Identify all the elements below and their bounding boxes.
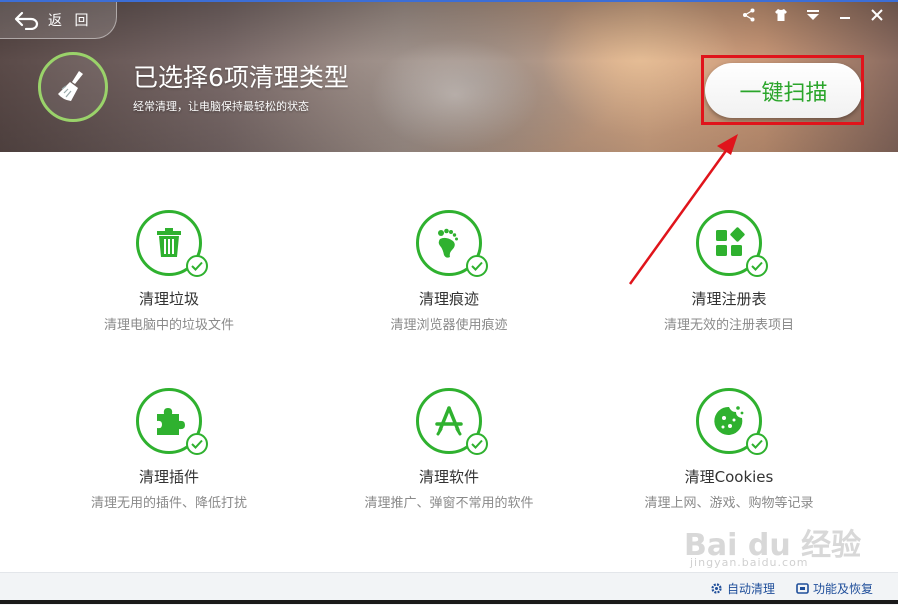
item-clean-registry[interactable]: 清理注册表 清理无效的注册表项目 <box>614 210 844 333</box>
cookie-icon <box>714 406 744 435</box>
item-clean-cookies[interactable]: 清理Cookies 清理上网、游戏、购物等记录 <box>614 388 844 511</box>
back-arrow-icon <box>14 11 39 30</box>
puzzle-icon <box>157 408 185 435</box>
check-icon[interactable] <box>186 433 208 455</box>
item-clean-junk[interactable]: 清理垃圾 清理电脑中的垃圾文件 <box>54 210 284 333</box>
check-icon[interactable] <box>466 433 488 455</box>
check-icon[interactable] <box>746 433 768 455</box>
appstore-icon <box>435 406 463 436</box>
gear-icon <box>711 583 722 594</box>
back-label: 返 回 <box>48 13 93 29</box>
one-click-scan-button[interactable]: 一键扫描 <box>705 63 862 118</box>
item-title: 清理痕迹 <box>418 290 479 308</box>
check-icon[interactable] <box>746 255 768 277</box>
auto-clean-link[interactable]: 自动清理 <box>710 580 775 597</box>
top-border <box>0 0 898 2</box>
item-desc: 清理无用的插件、降低打扰 <box>90 496 247 511</box>
broom-icon <box>58 71 83 101</box>
item-icon-circle <box>136 388 208 455</box>
item-clean-software[interactable]: 清理软件 清理推广、弹窗不常用的软件 <box>334 388 564 511</box>
check-icon[interactable] <box>186 255 208 277</box>
item-clean-plugins[interactable]: 清理插件 清理无用的插件、降低打扰 <box>54 388 284 511</box>
item-desc: 清理推广、弹窗不常用的软件 <box>364 496 534 511</box>
item-icon-circle <box>416 210 488 277</box>
item-icon-circle <box>696 210 768 277</box>
item-title: 清理插件 <box>138 468 199 486</box>
window-controls <box>740 6 886 24</box>
item-title: 清理软件 <box>418 468 479 486</box>
subline: 经常清理，让电脑保持最轻松的状态 <box>133 100 309 113</box>
watermark-url: jingyan.baidu.com <box>690 556 809 569</box>
headline: 已选择6项清理类型 <box>133 63 349 92</box>
trash-icon <box>157 228 181 257</box>
item-clean-traces[interactable]: 清理痕迹 清理浏览器使用痕迹 <box>334 210 564 333</box>
footprint-icon <box>438 228 458 258</box>
menu-icon[interactable] <box>804 6 822 24</box>
item-desc: 清理无效的注册表项目 <box>663 318 794 333</box>
restore-link[interactable]: 功能及恢复 <box>796 580 873 597</box>
restore-label: 功能及恢复 <box>813 582 874 596</box>
bottom-border <box>0 600 898 604</box>
item-title: 清理垃圾 <box>138 290 199 308</box>
item-desc: 清理上网、游戏、购物等记录 <box>644 496 814 511</box>
restore-icon <box>796 583 809 594</box>
item-icon-circle <box>136 210 208 277</box>
close-icon[interactable] <box>868 6 886 24</box>
item-desc: 清理浏览器使用痕迹 <box>390 318 508 333</box>
auto-clean-label: 自动清理 <box>727 582 776 596</box>
share-icon[interactable] <box>740 6 758 24</box>
item-title: 清理Cookies <box>684 468 774 486</box>
item-icon-circle <box>416 388 488 455</box>
back-button[interactable]: 返 回 <box>0 2 117 39</box>
skin-icon[interactable] <box>772 6 790 24</box>
minimize-icon[interactable] <box>836 6 854 24</box>
check-icon[interactable] <box>466 255 488 277</box>
item-icon-circle <box>696 388 768 455</box>
item-desc: 清理电脑中的垃圾文件 <box>103 318 234 333</box>
broom-logo <box>38 52 108 122</box>
registry-icon <box>716 227 745 256</box>
item-title: 清理注册表 <box>691 290 767 308</box>
